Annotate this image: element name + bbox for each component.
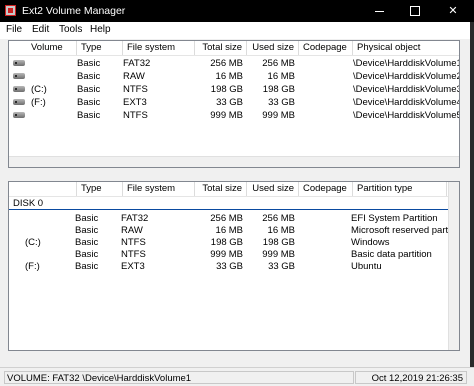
used-cell: 256 MB <box>262 58 295 69</box>
horizontal-scrollbar[interactable] <box>9 156 459 167</box>
fs-cell: EXT3 <box>121 261 145 272</box>
fs-cell: FAT32 <box>123 58 151 69</box>
volumes-header: Volume Type File system Total size Used … <box>9 41 459 56</box>
total-cell: 33 GB <box>216 97 243 108</box>
menu-tools[interactable]: Tools <box>59 24 82 35</box>
col-total-size[interactable]: Total size <box>195 41 247 55</box>
app-logo-icon <box>5 5 16 16</box>
used-cell: 198 GB <box>262 84 295 95</box>
col-type[interactable]: Type <box>77 182 123 196</box>
fs-cell: NTFS <box>123 110 148 121</box>
used-cell: 33 GB <box>268 261 295 272</box>
table-row[interactable]: Basic NTFS 999 MB 999 MB \Device\Harddis… <box>9 109 460 122</box>
partitions-list[interactable]: Type File system Total size Used size Co… <box>8 181 460 351</box>
vertical-scrollbar[interactable] <box>448 182 459 350</box>
total-cell: 999 MB <box>210 110 243 121</box>
volume-cell: (C:) <box>31 84 47 95</box>
object-cell: \Device\HarddiskVolume2 <box>353 71 460 82</box>
partition-type-cell: Ubuntu <box>351 261 382 272</box>
total-cell: 33 GB <box>216 261 243 272</box>
fs-cell: EXT3 <box>123 97 147 108</box>
status-datetime: Oct 12,2019 21:26:35 <box>355 371 467 384</box>
partitions-header: Type File system Total size Used size Co… <box>9 182 459 197</box>
panel-splitter[interactable] <box>0 168 474 181</box>
type-cell: Basic <box>77 97 101 108</box>
drive-icon <box>13 73 25 79</box>
maximize-button[interactable] <box>400 0 430 22</box>
table-row[interactable]: Basic FAT32 256 MB 256 MB \Device\Harddi… <box>9 57 460 70</box>
drive-icon <box>13 99 25 105</box>
used-cell: 16 MB <box>267 71 295 82</box>
title-bar: Ext2 Volume Manager ✕ <box>0 0 474 22</box>
table-row[interactable]: Basic RAW 16 MB 16 MB \Device\HarddiskVo… <box>9 70 460 83</box>
disk-bar <box>9 209 449 210</box>
window-edge <box>470 22 474 367</box>
menu-help[interactable]: Help <box>90 24 111 35</box>
col-codepage[interactable]: Codepage <box>299 41 353 55</box>
menu-file[interactable]: File <box>6 24 22 35</box>
menu-bar: File Edit Tools Help <box>0 22 474 39</box>
total-cell: 256 MB <box>210 58 243 69</box>
used-cell: 33 GB <box>268 97 295 108</box>
type-cell: Basic <box>77 110 101 121</box>
col-used-size[interactable]: Used size <box>247 41 299 55</box>
minimize-icon <box>374 10 384 12</box>
status-volume: VOLUME: FAT32 \Device\HarddiskVolume1 <box>4 371 354 384</box>
col-total-size[interactable]: Total size <box>195 182 247 196</box>
maximize-icon <box>410 6 420 17</box>
app-window: Ext2 Volume Manager ✕ File Edit Tools He… <box>0 0 474 386</box>
col-partition-type[interactable]: Partition type <box>353 182 447 196</box>
drive-icon <box>13 60 25 66</box>
volume-cell: (F:) <box>25 261 40 272</box>
col-file-system[interactable]: File system <box>123 41 195 55</box>
col-file-system[interactable]: File system <box>123 182 195 196</box>
table-row[interactable]: (F:) Basic EXT3 33 GB 33 GB Ubuntu <box>9 260 459 273</box>
col-volume[interactable]: Volume <box>9 41 77 55</box>
type-cell: Basic <box>75 261 99 272</box>
minimize-button[interactable] <box>364 0 394 22</box>
col-codepage[interactable]: Codepage <box>299 182 353 196</box>
total-cell: 16 MB <box>215 71 243 82</box>
volume-cell: (F:) <box>31 97 46 108</box>
col-disk[interactable] <box>9 182 77 196</box>
fs-cell: NTFS <box>123 84 148 95</box>
used-cell: 999 MB <box>262 110 295 121</box>
total-cell: 198 GB <box>210 84 243 95</box>
drive-icon <box>13 86 25 92</box>
drive-icon <box>13 112 25 118</box>
table-row[interactable]: (F:) Basic EXT3 33 GB 33 GB \Device\Hard… <box>9 96 460 109</box>
volumes-list[interactable]: Volume Type File system Total size Used … <box>8 40 460 168</box>
status-bar: VOLUME: FAT32 \Device\HarddiskVolume1 Oc… <box>0 367 474 386</box>
fs-cell: RAW <box>123 71 145 82</box>
col-type[interactable]: Type <box>77 41 123 55</box>
type-cell: Basic <box>77 58 101 69</box>
object-cell: \Device\HarddiskVolume1 <box>353 58 460 69</box>
col-physical-object[interactable]: Physical object <box>353 41 459 55</box>
table-row[interactable]: (C:) Basic NTFS 198 GB 198 GB \Device\Ha… <box>9 83 460 96</box>
object-cell: \Device\HarddiskVolume3 <box>353 84 460 95</box>
col-used-size[interactable]: Used size <box>247 182 299 196</box>
object-cell: \Device\HarddiskVolume5 <box>353 110 460 121</box>
type-cell: Basic <box>77 71 101 82</box>
menu-edit[interactable]: Edit <box>32 24 49 35</box>
type-cell: Basic <box>77 84 101 95</box>
close-button[interactable]: ✕ <box>438 0 468 22</box>
window-title: Ext2 Volume Manager <box>22 5 126 17</box>
object-cell: \Device\HarddiskVolume4 <box>353 97 460 108</box>
